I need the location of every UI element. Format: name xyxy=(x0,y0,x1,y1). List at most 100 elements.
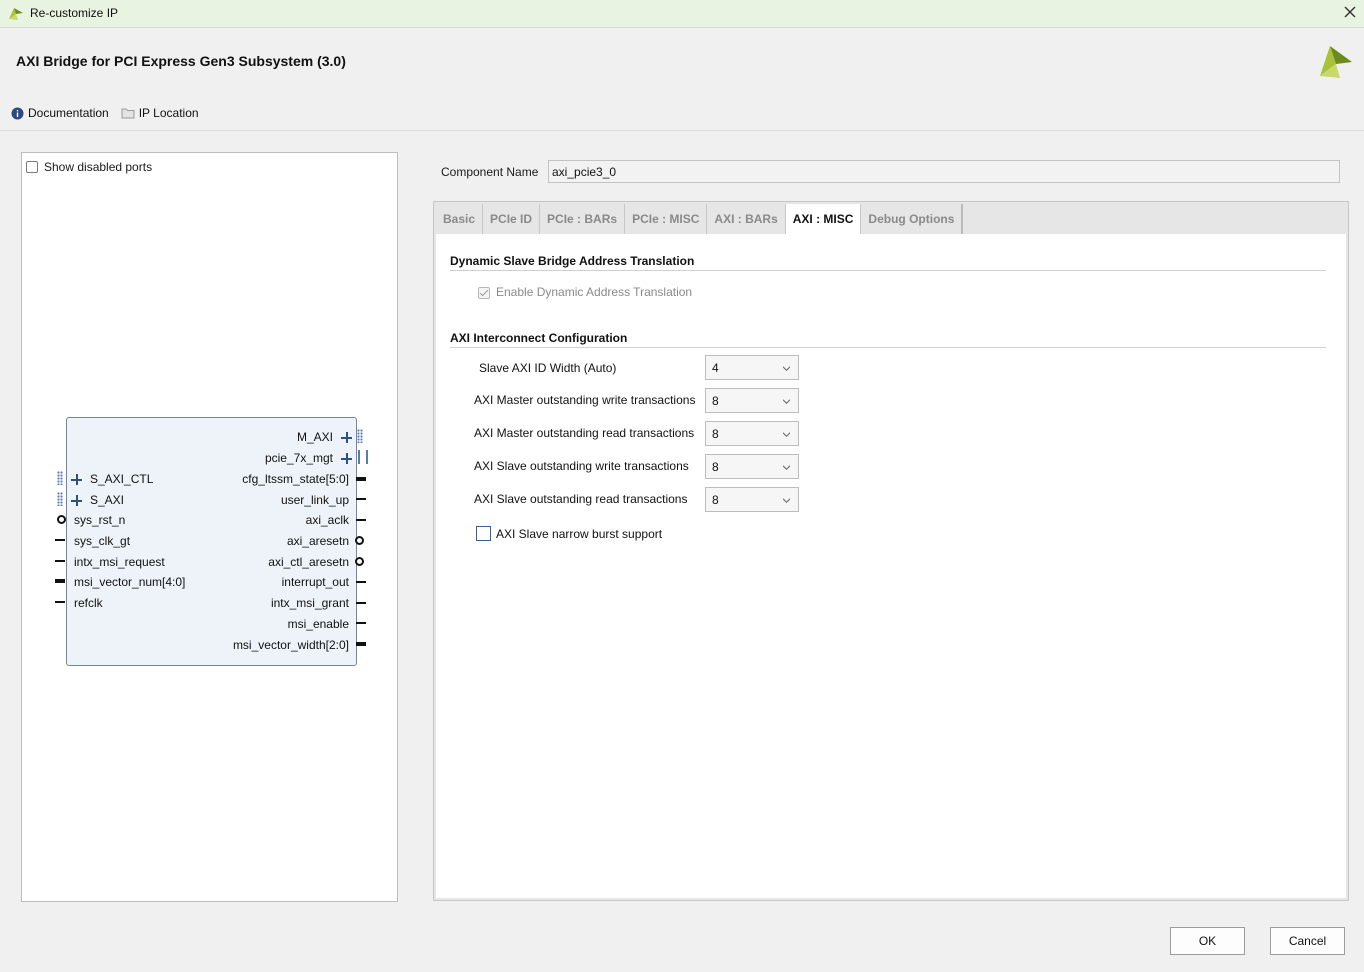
ip-location-label: IP Location xyxy=(138,106,199,120)
show-disabled-ports-checkbox[interactable] xyxy=(26,161,38,173)
pcie-mgt-bus-pin[interactable] xyxy=(358,450,368,464)
pin-sys-rst-n-bubble[interactable] xyxy=(57,515,66,524)
port-interrupt-out: interrupt_out xyxy=(281,575,349,589)
port-refclk: refclk xyxy=(74,596,103,610)
vivado-logo-icon xyxy=(9,8,23,20)
chevron-down-icon xyxy=(783,366,790,371)
pin-intx-msi-grant[interactable] xyxy=(356,602,366,604)
narrow-burst-label: AXI Slave narrow burst support xyxy=(496,527,663,541)
section-title-interconnect: AXI Interconnect Configuration xyxy=(450,331,628,345)
port-intx-msi-grant: intx_msi_grant xyxy=(270,596,349,610)
port-sys-clk-gt: sys_clk_gt xyxy=(74,534,131,548)
tab-debug-options[interactable]: Debug Options xyxy=(861,204,964,234)
port-axi-ctl-aresetn: axi_ctl_aresetn xyxy=(268,555,349,569)
port-sys-rst-n: sys_rst_n xyxy=(74,513,126,527)
slave-axi-id-width-select[interactable]: 4 xyxy=(705,355,799,380)
master-outstanding-write-select[interactable]: 8 xyxy=(705,388,799,413)
pin-msi-enable[interactable] xyxy=(356,622,366,624)
expand-s-axi-ctl-icon[interactable] xyxy=(71,474,82,485)
select-value: 8 xyxy=(712,460,719,474)
port-cfg-ltssm-state: cfg_ltssm_state[5:0] xyxy=(242,472,349,486)
documentation-label: Documentation xyxy=(28,106,109,120)
enable-dynamic-translation-checkbox xyxy=(478,287,490,299)
expand-s-axi-icon[interactable] xyxy=(71,495,82,506)
tab-bar: Basic PCIe ID PCIe : BARs PCIe : MISC AX… xyxy=(436,204,964,234)
expand-m-axi-icon[interactable] xyxy=(341,432,352,443)
chevron-down-icon xyxy=(783,432,790,437)
master-outstanding-read-select[interactable]: 8 xyxy=(705,421,799,446)
tab-axi-bars[interactable]: AXI : BARs xyxy=(707,204,786,234)
tab-axi-misc[interactable]: AXI : MISC xyxy=(785,204,862,234)
config-tabs: Basic PCIe ID PCIe : BARs PCIe : MISC AX… xyxy=(433,201,1349,901)
pin-msi-vector-width[interactable] xyxy=(356,642,366,646)
symbol-panel: Show disabled ports M_AXI pcie_7x_mgt cf… xyxy=(21,152,398,902)
port-msi-enable: msi_enable xyxy=(287,617,349,631)
tab-content-axi-misc: Dynamic Slave Bridge Address Translation… xyxy=(436,234,1346,898)
page-title: AXI Bridge for PCI Express Gen3 Subsyste… xyxy=(16,53,346,69)
pin-axi-aclk[interactable] xyxy=(356,519,366,521)
slave-outstanding-read-label: AXI Slave outstanding read transactions xyxy=(474,492,688,506)
show-disabled-ports-label: Show disabled ports xyxy=(44,160,153,174)
narrow-burst-checkbox[interactable] xyxy=(476,526,491,541)
ok-button[interactable]: OK xyxy=(1170,927,1245,955)
section-divider xyxy=(450,347,1326,348)
chevron-down-icon xyxy=(783,399,790,404)
ip-location-link[interactable]: IP Location xyxy=(121,106,199,120)
expand-pcie-mgt-icon[interactable] xyxy=(341,453,352,464)
chevron-down-icon xyxy=(783,465,790,470)
ip-symbol-block: M_AXI pcie_7x_mgt cfg_ltssm_state[5:0] u… xyxy=(66,417,357,666)
port-intx-msi-request: intx_msi_request xyxy=(74,555,165,569)
close-icon[interactable] xyxy=(1342,4,1358,20)
folder-icon xyxy=(121,108,135,119)
documentation-link[interactable]: Documentation xyxy=(11,106,109,120)
tab-pcie-id[interactable]: PCIe ID xyxy=(483,204,541,234)
tab-basic[interactable]: Basic xyxy=(436,204,484,234)
port-msi-vector-num: msi_vector_num[4:0] xyxy=(74,575,186,589)
xilinx-logo-icon xyxy=(1320,46,1352,78)
master-outstanding-write-label: AXI Master outstanding write transaction… xyxy=(474,393,696,407)
slave-outstanding-read-select[interactable]: 8 xyxy=(705,487,799,512)
pin-interrupt-out[interactable] xyxy=(356,581,366,583)
pin-intx-msi-request[interactable] xyxy=(55,560,65,562)
s-axi-ctl-bus-pin[interactable] xyxy=(57,471,63,485)
pin-cfg-ltssm-state[interactable] xyxy=(356,477,366,481)
port-s-axi: S_AXI xyxy=(90,493,125,507)
info-icon xyxy=(11,107,24,119)
select-value: 8 xyxy=(712,427,719,441)
select-value: 4 xyxy=(712,361,719,375)
pin-user-link-up[interactable] xyxy=(356,498,366,500)
select-value: 8 xyxy=(712,493,719,507)
tab-pcie-bars[interactable]: PCIe : BARs xyxy=(540,204,626,234)
pin-axi-ctl-aresetn-bubble[interactable] xyxy=(355,557,364,566)
port-axi-aresetn: axi_aresetn xyxy=(286,534,349,548)
master-outstanding-read-label: AXI Master outstanding read transactions xyxy=(474,426,695,440)
port-axi-aclk: axi_aclk xyxy=(305,513,349,527)
show-disabled-ports-row[interactable]: Show disabled ports xyxy=(26,160,152,174)
enable-dynamic-translation-label: Enable Dynamic Address Translation xyxy=(496,285,693,299)
cancel-button[interactable]: Cancel xyxy=(1270,927,1345,955)
tab-pcie-misc[interactable]: PCIe : MISC xyxy=(625,204,708,234)
s-axi-bus-pin[interactable] xyxy=(57,492,63,506)
header-divider xyxy=(0,130,1364,131)
pin-refclk[interactable] xyxy=(55,601,65,603)
port-m-axi: M_AXI xyxy=(296,430,333,444)
window-title-bar: Re-customize IP xyxy=(0,0,1364,28)
component-name-input[interactable] xyxy=(548,160,1340,183)
slave-outstanding-write-label: AXI Slave outstanding write transactions xyxy=(474,459,689,473)
port-s-axi-ctl: S_AXI_CTL xyxy=(90,472,154,486)
slave-outstanding-write-select[interactable]: 8 xyxy=(705,454,799,479)
chevron-down-icon xyxy=(783,498,790,503)
select-value: 8 xyxy=(712,394,719,408)
pin-sys-clk-gt[interactable] xyxy=(55,539,65,541)
m-axi-bus-pin[interactable] xyxy=(357,429,363,443)
section-title-dynamic: Dynamic Slave Bridge Address Translation xyxy=(450,254,695,268)
slave-axi-id-width-label: Slave AXI ID Width (Auto) xyxy=(479,361,617,375)
port-user-link-up: user_link_up xyxy=(280,493,349,507)
port-msi-vector-width: msi_vector_width[2:0] xyxy=(232,638,349,652)
pin-axi-aresetn-bubble xyxy=(355,536,364,545)
pin-msi-vector-num[interactable] xyxy=(55,579,65,583)
link-bar: Documentation IP Location xyxy=(11,105,211,121)
section-divider xyxy=(450,270,1326,271)
component-name-label: Component Name xyxy=(441,165,539,179)
port-pcie-7x-mgt: pcie_7x_mgt xyxy=(264,451,333,465)
